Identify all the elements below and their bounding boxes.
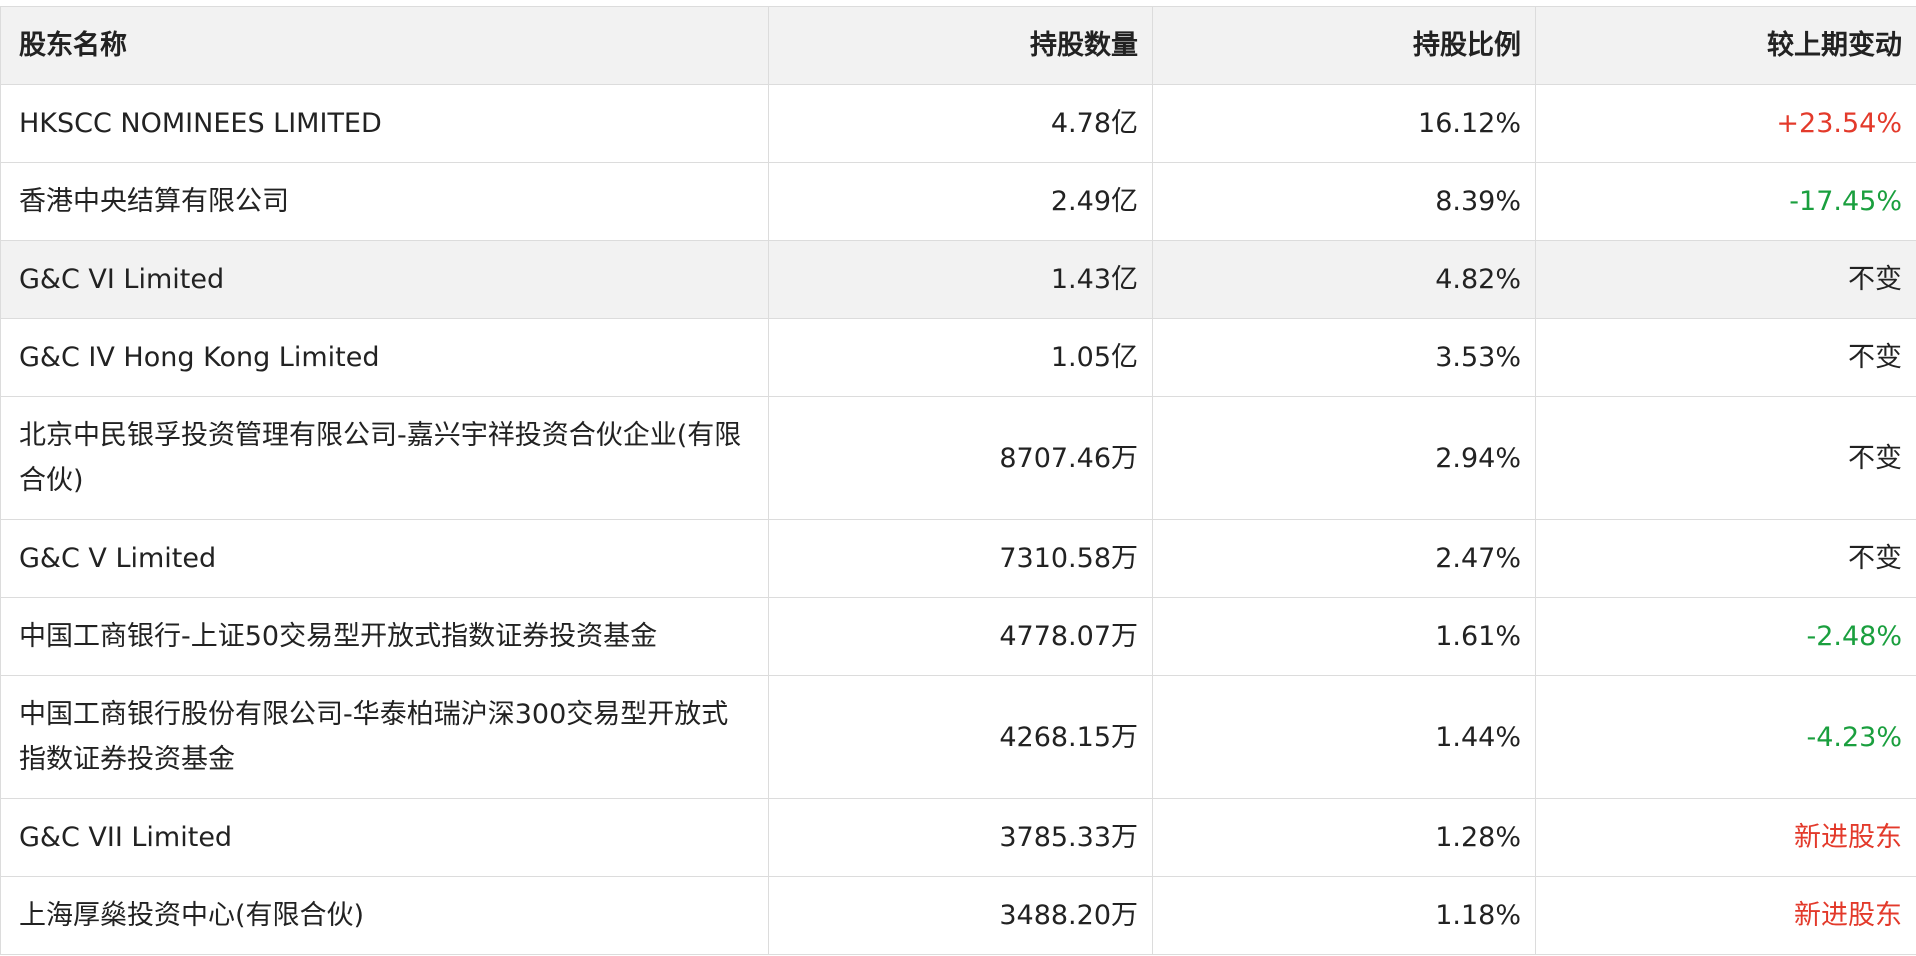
table-header: 股东名称 持股数量 持股比例 较上期变动 [0, 6, 1916, 85]
table-row: 中国工商银行-上证50交易型开放式指数证券投资基金 4778.07万 1.61%… [0, 597, 1916, 676]
cell-share-quantity: 4778.07万 [768, 597, 1153, 676]
cell-share-ratio: 3.53% [1152, 318, 1536, 397]
table-body: HKSCC NOMINEES LIMITED 4.78亿 16.12% +23.… [0, 84, 1916, 955]
cell-share-quantity: 2.49亿 [768, 162, 1153, 241]
cell-share-quantity: 1.05亿 [768, 318, 1153, 397]
header-share-ratio: 持股比例 [1152, 6, 1536, 85]
cell-share-ratio: 8.39% [1152, 162, 1536, 241]
cell-change: 新进股东 [1535, 798, 1916, 877]
header-row: 股东名称 持股数量 持股比例 较上期变动 [0, 6, 1916, 85]
shareholder-table-container: 股东名称 持股数量 持股比例 较上期变动 HKSCC NOMINEES LIMI… [0, 6, 1916, 956]
table-row: 上海厚燊投资中心(有限合伙) 3488.20万 1.18% 新进股东 [0, 876, 1916, 955]
cell-change: 不变 [1535, 318, 1916, 397]
cell-share-quantity: 4.78亿 [768, 84, 1153, 163]
table-row: 中国工商银行股份有限公司-华泰柏瑞沪深300交易型开放式指数证券投资基金 426… [0, 675, 1916, 799]
table-row: 北京中民银孚投资管理有限公司-嘉兴宇祥投资合伙企业(有限合伙) 8707.46万… [0, 396, 1916, 520]
table-row: G&C V Limited 7310.58万 2.47% 不变 [0, 519, 1916, 598]
cell-share-quantity: 3488.20万 [768, 876, 1153, 955]
cell-share-quantity: 1.43亿 [768, 240, 1153, 319]
cell-share-ratio: 1.61% [1152, 597, 1536, 676]
cell-change: 新进股东 [1535, 876, 1916, 955]
cell-change: 不变 [1535, 519, 1916, 598]
cell-shareholder-name: 香港中央结算有限公司 [0, 162, 769, 241]
cell-shareholder-name: 上海厚燊投资中心(有限合伙) [0, 876, 769, 955]
cell-share-quantity: 7310.58万 [768, 519, 1153, 598]
cell-shareholder-name: G&C VI Limited [0, 240, 769, 319]
cell-shareholder-name: HKSCC NOMINEES LIMITED [0, 84, 769, 163]
shareholder-table: 股东名称 持股数量 持股比例 较上期变动 HKSCC NOMINEES LIMI… [0, 6, 1916, 955]
header-shareholder-name: 股东名称 [0, 6, 769, 85]
cell-change: -4.23% [1535, 675, 1916, 799]
table-row: HKSCC NOMINEES LIMITED 4.78亿 16.12% +23.… [0, 84, 1916, 163]
cell-shareholder-name: 中国工商银行-上证50交易型开放式指数证券投资基金 [0, 597, 769, 676]
cell-share-ratio: 4.82% [1152, 240, 1536, 319]
cell-share-ratio: 16.12% [1152, 84, 1536, 163]
cell-share-quantity: 8707.46万 [768, 396, 1153, 520]
cell-share-quantity: 3785.33万 [768, 798, 1153, 877]
cell-share-ratio: 2.47% [1152, 519, 1536, 598]
cell-share-ratio: 1.44% [1152, 675, 1536, 799]
cell-change: +23.54% [1535, 84, 1916, 163]
cell-shareholder-name: 中国工商银行股份有限公司-华泰柏瑞沪深300交易型开放式指数证券投资基金 [0, 675, 769, 799]
table-row: G&C VII Limited 3785.33万 1.28% 新进股东 [0, 798, 1916, 877]
table-row-hovered: G&C VI Limited 1.43亿 4.82% 不变 [0, 240, 1916, 319]
table-row: G&C IV Hong Kong Limited 1.05亿 3.53% 不变 [0, 318, 1916, 397]
cell-shareholder-name: 北京中民银孚投资管理有限公司-嘉兴宇祥投资合伙企业(有限合伙) [0, 396, 769, 520]
header-change-from-previous: 较上期变动 [1535, 6, 1916, 85]
cell-shareholder-name: G&C V Limited [0, 519, 769, 598]
cell-change: -2.48% [1535, 597, 1916, 676]
cell-share-ratio: 1.18% [1152, 876, 1536, 955]
cell-shareholder-name: G&C IV Hong Kong Limited [0, 318, 769, 397]
cell-share-quantity: 4268.15万 [768, 675, 1153, 799]
cell-share-ratio: 2.94% [1152, 396, 1536, 520]
cell-shareholder-name: G&C VII Limited [0, 798, 769, 877]
cell-change: 不变 [1535, 396, 1916, 520]
table-row: 香港中央结算有限公司 2.49亿 8.39% -17.45% [0, 162, 1916, 241]
cell-change: -17.45% [1535, 162, 1916, 241]
header-share-quantity: 持股数量 [768, 6, 1153, 85]
cell-change: 不变 [1535, 240, 1916, 319]
cell-share-ratio: 1.28% [1152, 798, 1536, 877]
